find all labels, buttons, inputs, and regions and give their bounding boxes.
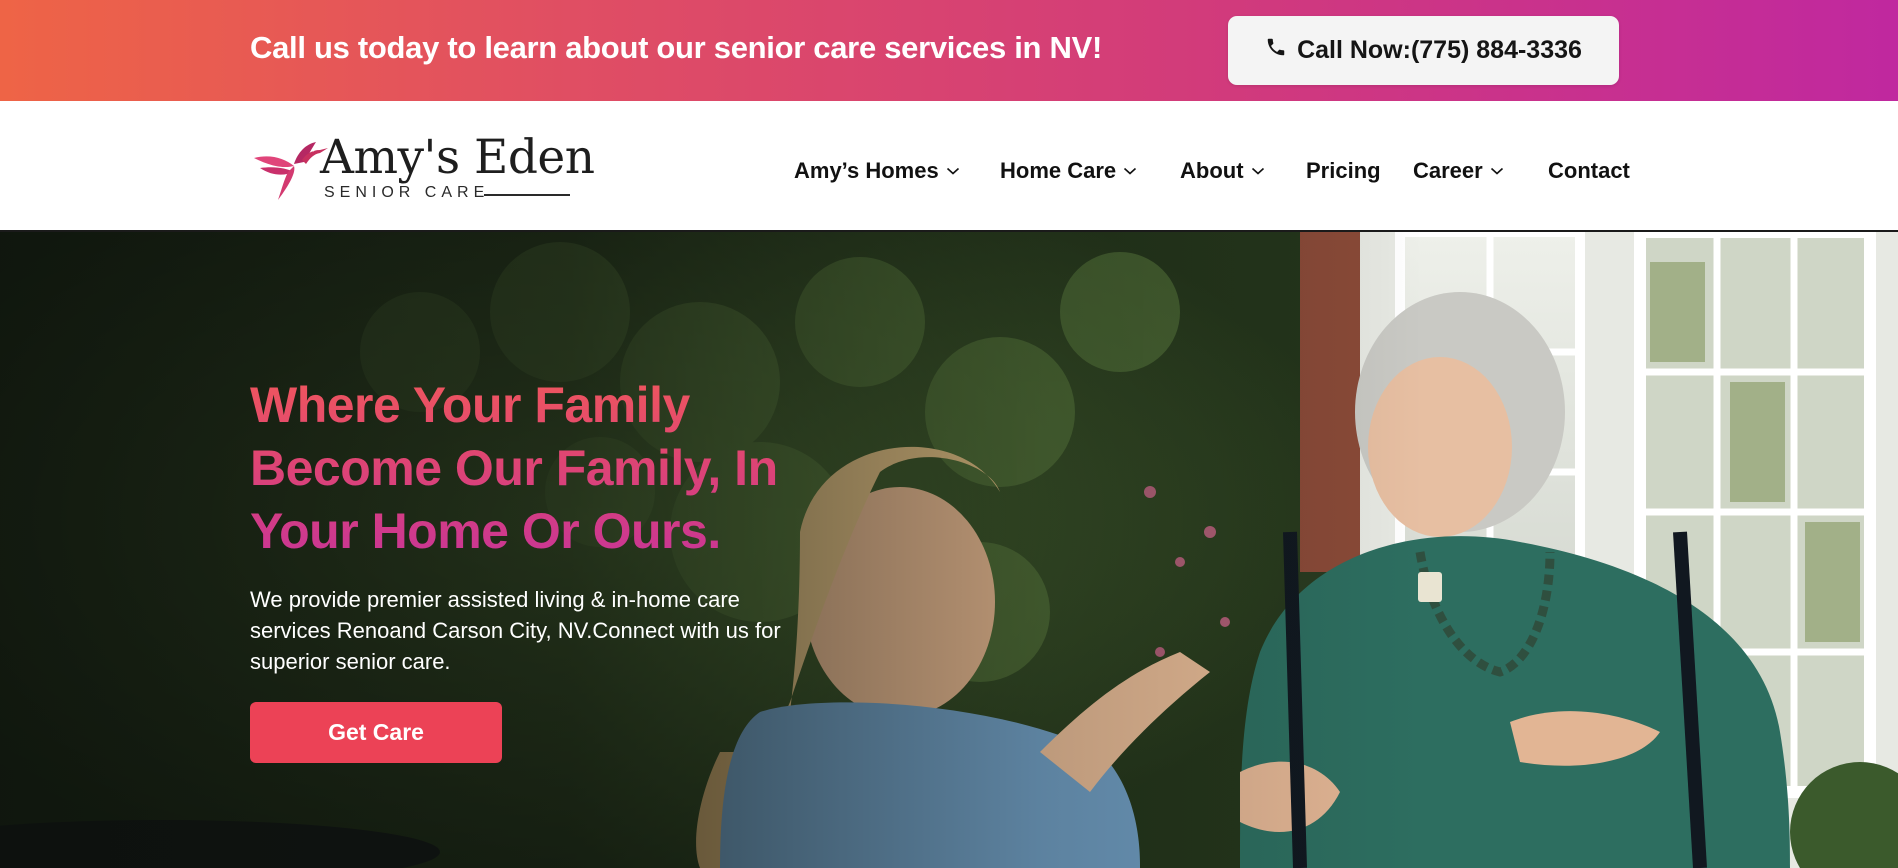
nav-label: Home Care — [1000, 158, 1117, 183]
logo-divider — [484, 194, 570, 196]
site-header: Amy's Eden SENIOR CARE Amy’s Homes Home … — [0, 101, 1898, 232]
chevron-down-icon — [1251, 167, 1264, 175]
phone-icon — [1265, 36, 1287, 65]
nav-label: Career — [1413, 158, 1483, 183]
nav-label: Contact — [1548, 158, 1630, 183]
logo-wordmark: Amy's Eden — [320, 130, 595, 185]
nav-item-career[interactable]: Career — [1413, 158, 1504, 184]
nav-item-amys-homes[interactable]: Amy’s Homes — [794, 158, 960, 184]
promo-bar: Call us today to learn about our senior … — [0, 0, 1898, 101]
nav-item-home-care[interactable]: Home Care — [1000, 158, 1137, 184]
hero-heading-line3: Your Home Or Ours. — [250, 503, 721, 559]
hero-description-line3: superior senior care. — [250, 649, 451, 674]
nav-item-pricing[interactable]: Pricing — [1306, 158, 1381, 184]
call-now-button[interactable]: Call Now:(775) 884-3336 — [1228, 16, 1619, 85]
site-logo[interactable]: Amy's Eden SENIOR CARE — [250, 130, 595, 206]
chevron-down-icon — [946, 167, 959, 175]
hero-description-line2: services Renoand Carson City, NV.Connect… — [250, 618, 781, 643]
hero-heading-line1: Where Your Family — [250, 377, 690, 433]
nav-label: Pricing — [1306, 158, 1381, 183]
call-now-label: Call Now:(775) 884-3336 — [1297, 36, 1582, 64]
nav-label: Amy’s Homes — [794, 158, 939, 183]
nav-item-contact[interactable]: Contact — [1548, 158, 1630, 184]
hummingbird-icon — [254, 142, 328, 200]
promo-message: Call us today to learn about our senior … — [250, 30, 1102, 65]
hero-description: We provide premier assisted living & in-… — [250, 584, 850, 677]
hero-description-line1: We provide premier assisted living & in-… — [250, 587, 740, 612]
hero-heading-line2: Become Our Family, In — [250, 440, 778, 496]
nav-item-about[interactable]: About — [1180, 158, 1265, 184]
get-care-button[interactable]: Get Care — [250, 702, 502, 763]
hero-section: Where Your Family Become Our Family, In … — [0, 232, 1898, 868]
hero-heading: Where Your Family Become Our Family, In … — [250, 374, 870, 563]
chevron-down-icon — [1490, 167, 1503, 175]
chevron-down-icon — [1124, 167, 1137, 175]
logo-tagline: SENIOR CARE — [324, 184, 490, 201]
nav-label: About — [1180, 158, 1244, 183]
